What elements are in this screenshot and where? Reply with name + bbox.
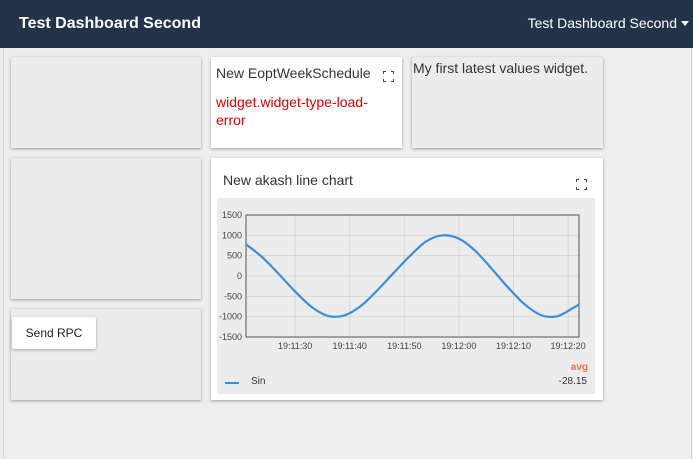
chart-area: 1500 1000 500 0 -500 -1000 -1500 19:11:30 19:11:… xyxy=(217,198,595,394)
y-tick-label: -1000 xyxy=(219,312,242,322)
empty-widget-1 xyxy=(11,57,201,148)
legend-series-name: Sin xyxy=(251,376,266,387)
eopt-week-schedule-widget: New EoptWeekSchedule widget.widget-type-… xyxy=(211,57,402,148)
rpc-widget: Send RPC xyxy=(11,309,201,400)
dashboard-title: Test Dashboard Second xyxy=(19,15,201,32)
x-tick-label: 19:12:00 xyxy=(441,341,476,351)
y-tick-label: 1500 xyxy=(222,210,242,220)
top-toolbar: Test Dashboard Second Test Dashboard Sec… xyxy=(0,0,693,48)
widget-load-error: widget.widget-type-load-error xyxy=(216,94,368,128)
x-tick-label: 19:11:30 xyxy=(278,341,312,351)
x-tick-label: 19:11:50 xyxy=(387,341,421,351)
legend-avg-header: avg xyxy=(570,362,588,373)
y-tick-label: 1000 xyxy=(222,230,242,240)
caret-down-icon xyxy=(681,20,689,26)
fullscreen-icon[interactable] xyxy=(383,71,394,82)
dashboard-selector[interactable]: Test Dashboard Second xyxy=(528,15,689,31)
send-rpc-button[interactable]: Send RPC xyxy=(12,317,96,349)
x-tick-label: 19:12:10 xyxy=(496,341,531,351)
latest-values-title: My first latest values widget. xyxy=(413,60,589,76)
legend-series-avg: -28.15 xyxy=(558,376,587,387)
eopt-widget-title: New EoptWeekSchedule xyxy=(216,65,371,81)
line-chart-widget: New akash line chart 1500 1000 500 0 -500 -10… xyxy=(211,158,603,400)
latest-values-widget: My first latest values widget. xyxy=(412,57,603,148)
fullscreen-icon[interactable] xyxy=(576,179,587,190)
y-tick-label: 500 xyxy=(227,251,242,261)
x-tick-label: 19:11:40 xyxy=(333,341,367,351)
y-tick-label: -500 xyxy=(224,291,242,301)
line-chart-title: New akash line chart xyxy=(223,172,353,188)
legend-series-swatch xyxy=(225,382,239,384)
y-tick-label: 0 xyxy=(237,271,242,281)
dashboard-selector-label: Test Dashboard Second xyxy=(527,15,677,31)
y-tick-label: -1500 xyxy=(219,332,242,342)
line-chart-svg: 1500 1000 500 0 -500 -1000 -1500 19:11:30 19:11:… xyxy=(219,210,586,351)
empty-widget-2 xyxy=(11,158,201,299)
x-tick-label: 19:12:20 xyxy=(551,341,586,351)
